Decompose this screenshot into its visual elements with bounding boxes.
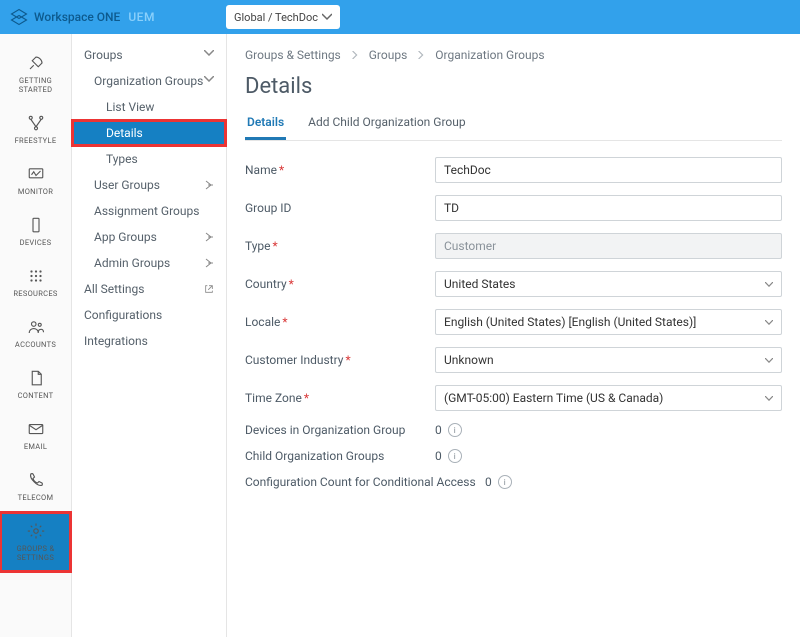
nav-getting-started[interactable]: GETTING STARTED [0,44,71,104]
brand: Workspace ONE UEM [10,8,155,26]
external-link-icon [204,284,214,294]
sidepanel-list-view[interactable]: List View [72,94,226,120]
page-title: Details [245,74,782,99]
nav-accounts[interactable]: ACCOUNTS [0,308,71,359]
sidepanel-types[interactable]: Types [72,146,226,172]
brand-sub: UEM [128,10,155,24]
email-icon [27,420,45,438]
gear-icon [27,522,45,540]
tab-details[interactable]: Details [245,109,286,140]
type-label: Type* [245,239,435,253]
nav-freestyle[interactable]: FREESTYLE [0,104,71,155]
sidepanel-groups[interactable]: Groups [72,42,226,68]
timezone-select[interactable]: (GMT-05:00) Eastern Time (US & Canada) [435,385,782,411]
phone-icon [27,471,45,489]
breadcrumb-item[interactable]: Groups & Settings [245,48,341,62]
sidepanel-admin-groups[interactable]: Admin Groups [72,250,226,276]
sidepanel-app-groups[interactable]: App Groups [72,224,226,250]
nav-devices[interactable]: DEVICES [0,206,71,257]
devices-label: Devices in Organization Group [245,423,435,437]
workspace-logo-icon [10,8,28,26]
org-selector-label: Global / TechDoc [234,11,318,24]
locale-select[interactable]: English (United States) [English (United… [435,309,782,335]
country-label: Country* [245,277,435,291]
tab-add-child[interactable]: Add Child Organization Group [306,109,467,140]
config-count-label: Configuration Count for Conditional Acce… [245,475,485,489]
side-panel: Groups Organization Groups List View Det… [72,34,227,637]
document-icon [27,369,45,387]
chevron-down-icon [204,76,214,86]
breadcrumb-item[interactable]: Groups [369,48,408,62]
timezone-label: Time Zone* [245,391,435,405]
group-id-input[interactable] [435,195,782,221]
sidepanel-user-groups[interactable]: User Groups [72,172,226,198]
sidepanel-details[interactable]: Details [72,120,226,146]
info-icon[interactable]: i [498,475,512,489]
type-field: Customer [435,233,782,259]
grid-icon [27,267,45,285]
info-icon[interactable]: i [448,423,462,437]
config-count-value: 0 [485,475,492,489]
flow-icon [27,114,45,132]
nav-telecom[interactable]: TELECOM [0,461,71,512]
nav-content[interactable]: CONTENT [0,359,71,410]
breadcrumb-item[interactable]: Organization Groups [435,48,544,62]
breadcrumb: Groups & Settings Groups Organization Gr… [245,48,782,62]
tabs: Details Add Child Organization Group [245,109,782,141]
chevron-right-icon [351,51,359,59]
devices-value: 0 [435,423,442,437]
accounts-icon [27,318,45,336]
chevron-down-icon [204,50,214,60]
sidepanel-configurations[interactable]: Configurations [72,302,226,328]
brand-name: Workspace ONE [34,10,120,24]
locale-label: Locale* [245,315,435,329]
info-icon[interactable]: i [448,449,462,463]
left-nav-rail: GETTING STARTED FREESTYLE MONITOR DEVICE… [0,34,72,637]
arrow-right-icon [204,258,214,268]
sidepanel-integrations[interactable]: Integrations [72,328,226,354]
arrow-right-icon [204,232,214,242]
name-input[interactable] [435,157,782,183]
child-groups-label: Child Organization Groups [245,449,435,463]
sidepanel-org-groups[interactable]: Organization Groups [72,68,226,94]
device-icon [27,216,45,234]
nav-groups-settings[interactable]: GROUPS & SETTINGS [0,512,71,572]
topbar: Workspace ONE UEM Global / TechDoc [0,0,800,34]
main-content: Groups & Settings Groups Organization Gr… [227,34,800,637]
chevron-right-icon [417,51,425,59]
group-id-label: Group ID [245,201,435,215]
nav-resources[interactable]: RESOURCES [0,257,71,308]
chevron-down-icon [322,12,332,22]
org-selector-dropdown[interactable]: Global / TechDoc [226,5,340,29]
child-groups-value: 0 [435,449,442,463]
name-label: Name* [245,163,435,177]
industry-label: Customer Industry* [245,353,435,367]
rocket-icon [27,54,45,72]
nav-email[interactable]: EMAIL [0,410,71,461]
country-select[interactable]: United States [435,271,782,297]
arrow-right-icon [204,180,214,190]
industry-select[interactable]: Unknown [435,347,782,373]
nav-monitor[interactable]: MONITOR [0,155,71,206]
sidepanel-assignment-groups[interactable]: Assignment Groups [72,198,226,224]
monitor-icon [27,165,45,183]
sidepanel-all-settings[interactable]: All Settings [72,276,226,302]
